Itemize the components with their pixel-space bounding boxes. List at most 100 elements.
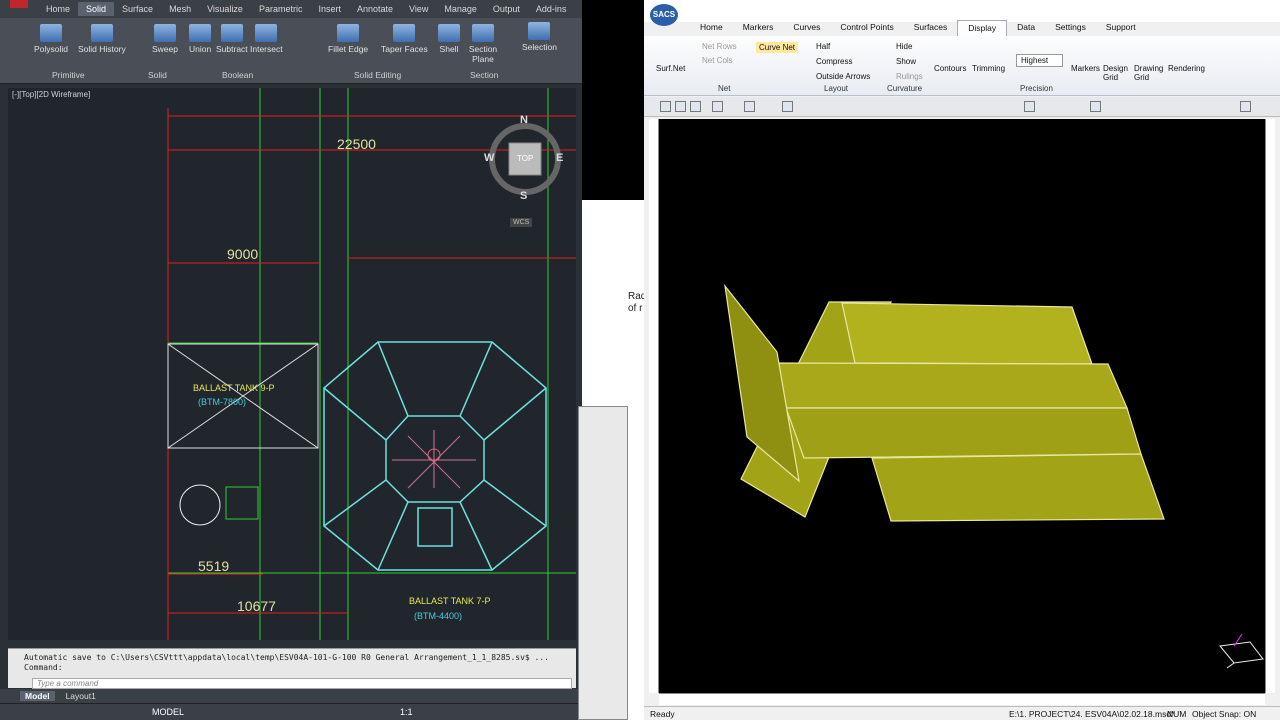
surface-panel	[767, 362, 1128, 409]
autocad-logo-icon[interactable]	[10, 0, 28, 8]
show-button[interactable]: Show	[896, 57, 916, 66]
taper-faces-button[interactable]: Taper Faces	[381, 24, 428, 54]
save-file-icon[interactable]	[690, 101, 701, 112]
annotation-scale[interactable]: 1:1	[400, 707, 413, 717]
precision-select[interactable]: Highest	[1016, 54, 1064, 67]
maxsurf-window: SACS Home Markers Curves Control Points …	[644, 0, 1280, 720]
tab-markers[interactable]: Markers	[733, 20, 784, 36]
tab-output[interactable]: Output	[485, 2, 528, 16]
toolbar	[644, 97, 1280, 117]
group-boolean-label: Boolean	[222, 70, 254, 80]
grid-icon[interactable]	[1024, 101, 1035, 112]
command-input[interactable]: Type a command	[32, 678, 572, 689]
subtract-button[interactable]: Subtract	[216, 24, 248, 54]
rendering-button[interactable]: Rendering	[1168, 64, 1205, 73]
tank-sublabel: (BTM-7800)	[198, 397, 247, 407]
surface-panel	[871, 453, 1165, 522]
surface-model	[724, 283, 1264, 669]
tab-insert[interactable]: Insert	[310, 2, 349, 16]
group-primitive-label: Primitive	[52, 70, 85, 80]
open-file-icon[interactable]	[675, 101, 686, 112]
zoom-icon[interactable]	[744, 101, 755, 112]
tab-settings[interactable]: Settings	[1045, 20, 1096, 36]
axis-indicator-icon	[1219, 633, 1264, 669]
tab-display[interactable]: Display	[957, 20, 1008, 36]
intersect-icon	[255, 24, 278, 42]
tab-control-points[interactable]: Control Points	[830, 20, 903, 36]
status-file-path: E:\1. PROJECT\24. ESV04A\02.02.18.msd*	[1009, 709, 1175, 719]
viewcube-north[interactable]: N	[520, 114, 528, 126]
curve-net-button[interactable]: Curve Net	[756, 42, 799, 53]
tab-add-ins[interactable]: Add-ins	[528, 2, 575, 16]
group-section-label: Section	[470, 70, 499, 80]
surf-net-button[interactable]: Surf.Net	[656, 64, 685, 73]
layout-icon[interactable]	[1090, 101, 1101, 112]
tab-manage[interactable]: Manage	[436, 2, 485, 16]
tab-data[interactable]: Data	[1007, 20, 1045, 36]
group-net-label: Net	[718, 84, 731, 93]
cut-icon[interactable]	[712, 101, 723, 112]
tab-annotate[interactable]: Annotate	[349, 2, 401, 16]
tab-mesh[interactable]: Mesh	[161, 2, 199, 16]
tab-parametric[interactable]: Parametric	[251, 2, 311, 16]
tab-curves[interactable]: Curves	[783, 20, 830, 36]
polysolid-button[interactable]: Polysolid	[34, 24, 68, 54]
net-cols-button[interactable]: Net Cols	[702, 56, 733, 65]
compress-button[interactable]: Compress	[816, 57, 852, 66]
surface-panel	[841, 302, 1093, 365]
section-plane-button[interactable]: Section Plane	[468, 24, 498, 64]
rulings-button[interactable]: Rulings	[896, 72, 923, 81]
viewcube-west[interactable]: W	[484, 152, 494, 164]
status-ready: Ready	[650, 709, 675, 719]
viewcube-south[interactable]: S	[520, 190, 527, 202]
tab-view[interactable]: View	[401, 2, 436, 16]
tab-support[interactable]: Support	[1096, 20, 1146, 36]
command-prompt: Command:	[24, 663, 63, 672]
tab-model[interactable]: Model	[20, 691, 55, 701]
tab-layout1[interactable]: Layout1	[61, 691, 101, 701]
drawing-viewport[interactable]: [-][Top][2D Wireframe] 22500 9000 5519 1…	[8, 88, 576, 640]
tank-label: BALLAST TANK 9-P	[193, 383, 275, 393]
app-logo[interactable]: SACS	[650, 4, 678, 26]
hide-button[interactable]: Hide	[896, 42, 912, 51]
tab-solid[interactable]: Solid	[78, 2, 115, 16]
command-line: Automatic save to C:\Users\CSVttt\appdat…	[8, 648, 576, 689]
taper-faces-icon	[393, 24, 416, 42]
model-space-button[interactable]: MODEL	[152, 707, 184, 717]
dim-label: 5519	[198, 558, 230, 574]
view-icon[interactable]	[782, 101, 793, 112]
viewcube-east[interactable]: E	[556, 152, 563, 164]
3d-viewport[interactable]	[659, 119, 1265, 693]
table-icon[interactable]	[1240, 101, 1251, 112]
design-grid-button[interactable]: Design Grid	[1103, 64, 1131, 82]
left-ruler	[649, 119, 659, 693]
sweep-button[interactable]: Sweep	[152, 24, 178, 54]
union-button[interactable]: Union	[189, 24, 211, 54]
new-file-icon[interactable]	[660, 101, 671, 112]
half-button[interactable]: Half	[816, 42, 830, 51]
drawing-canvas	[167, 88, 576, 640]
tab-surface[interactable]: Surface	[114, 2, 161, 16]
tab-visualize[interactable]: Visualize	[199, 2, 251, 16]
command-history: Automatic save to C:\Users\CSVttt\appdat…	[24, 653, 549, 662]
outside-arrows-button[interactable]: Outside Arrows	[816, 72, 870, 81]
contours-button[interactable]: Contours	[934, 64, 966, 73]
drawing-grid-button[interactable]: Drawing Grid	[1134, 64, 1166, 82]
tab-home[interactable]: Home	[38, 2, 78, 16]
net-rows-button[interactable]: Net Rows	[702, 42, 737, 51]
wcs-menu[interactable]: WCS	[510, 218, 533, 227]
solid-history-button[interactable]: Solid History	[78, 24, 126, 54]
shell-button[interactable]: Shell	[438, 24, 460, 54]
markers-button[interactable]: Markers	[1071, 64, 1100, 73]
dim-label: 10677	[237, 598, 276, 614]
viewcube-top[interactable]: TOP	[517, 154, 533, 163]
tab-surfaces[interactable]: Surfaces	[904, 20, 958, 36]
status-object-snap: Object Snap: ON	[1192, 709, 1257, 719]
trimming-button[interactable]: Trimming	[972, 64, 1005, 73]
intersect-button[interactable]: Intersect	[250, 24, 283, 54]
status-num: NUM	[1167, 709, 1187, 719]
tab-home[interactable]: Home	[690, 20, 733, 36]
fillet-edge-button[interactable]: Fillet Edge	[328, 24, 368, 54]
selection-button[interactable]: Selection	[522, 22, 557, 52]
group-precision-label: Precision	[1020, 84, 1053, 93]
